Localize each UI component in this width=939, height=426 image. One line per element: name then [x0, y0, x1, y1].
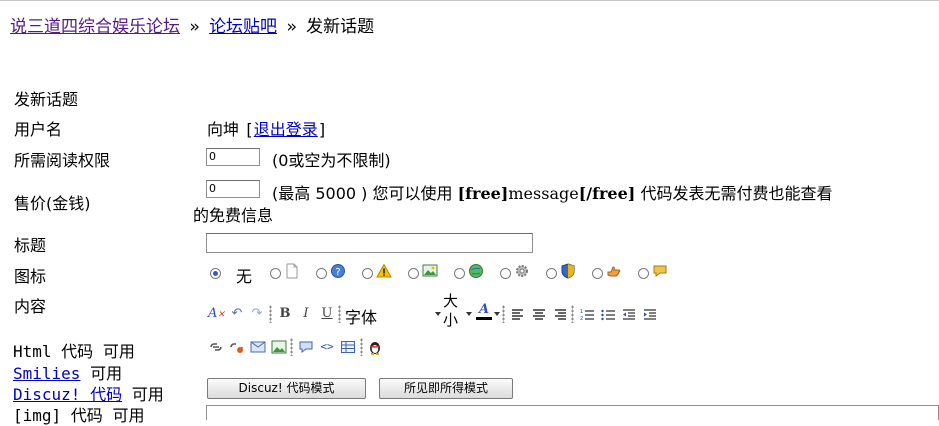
content-label: 内容 [14, 297, 47, 316]
gear-icon [516, 265, 528, 277]
breadcrumb-separator: » [189, 17, 200, 37]
align-center-icon[interactable] [531, 307, 547, 323]
read-permission-input[interactable]: 0 [206, 148, 260, 166]
discuz-code-mode-button[interactable]: Discuz! 代码模式 [207, 378, 366, 399]
bold-icon[interactable]: B [277, 306, 293, 322]
quote-icon[interactable] [298, 339, 314, 355]
toolbar-grip [290, 338, 293, 356]
toolbar-grip [571, 305, 574, 323]
unordered-list-icon[interactable] [600, 307, 616, 323]
html-rule-label: Html 代码 [13, 342, 94, 361]
icon-label: 图标 [14, 267, 47, 286]
read-permission-hint: (0或空为不限制) [272, 151, 391, 170]
table-icon[interactable] [340, 339, 356, 355]
qq-penguin-icon[interactable] [367, 339, 383, 355]
image-icon[interactable] [271, 339, 287, 355]
price-label: 售价(金钱) [14, 194, 91, 213]
html-rule-state: 可用 [102, 342, 135, 361]
title-label: 标题 [14, 236, 47, 255]
warning-icon [376, 263, 392, 278]
ordered-list-icon[interactable]: 12 [579, 307, 595, 323]
svg-text:1: 1 [580, 309, 583, 315]
free-tag-open: [free] [457, 184, 509, 203]
price-hint-line2: 的免费信息 [193, 206, 274, 225]
link-icon[interactable] [208, 339, 224, 355]
icon-radio-7[interactable] [546, 268, 557, 279]
read-permission-label: 所需阅读权限 [14, 151, 111, 170]
icon-radio-8[interactable] [592, 268, 603, 279]
username-label: 用户名 [14, 120, 63, 139]
toolbar-grip [502, 305, 505, 323]
font-dropdown-arrow-icon[interactable] [435, 312, 441, 316]
size-label-bottom: 小 [443, 311, 459, 329]
indent-icon[interactable] [642, 307, 658, 323]
free-tag-message: message [508, 184, 579, 203]
italic-icon[interactable]: I [298, 306, 314, 322]
price-hint-text: (最高 5000 ) 您可以使用 [272, 184, 453, 203]
icon-radio-none[interactable] [210, 268, 221, 279]
html-rule: Html 代码 可用 [13, 338, 135, 362]
icon-radio-6[interactable] [500, 268, 511, 279]
hand-point-icon [607, 266, 621, 277]
breadcrumb: 说三道四综合娱乐论坛 » 论坛贴吧 » 发新话题 [10, 12, 374, 37]
price-hint-line1: (最高 5000 ) 您可以使用 [free]message[/free] 代码… [272, 180, 832, 204]
outdent-icon[interactable] [621, 307, 637, 323]
logout-bracket-open: [ [244, 120, 254, 139]
title-input[interactable] [206, 233, 533, 253]
icon-radio-2[interactable] [316, 268, 327, 279]
size-label-top: 大 [443, 292, 459, 310]
email-icon[interactable] [250, 339, 266, 355]
question-icon: ? [331, 264, 345, 278]
color-dropdown-arrow-icon[interactable] [494, 312, 500, 316]
wysiwyg-mode-button[interactable]: 所见即所得模式 [379, 378, 513, 399]
top-divider [0, 0, 939, 1]
font-color-icon[interactable]: A [476, 303, 492, 320]
username-row: 向坤 [退出登录] [207, 116, 327, 140]
svg-text:?: ? [335, 267, 340, 278]
underline-icon[interactable]: U [319, 306, 335, 322]
undo-icon[interactable]: ↶ [229, 306, 245, 322]
username-value: 向坤 [207, 120, 240, 139]
logout-link[interactable]: 退出登录 [254, 120, 318, 139]
icon-none-label: 无 [236, 267, 253, 286]
remove-format-icon[interactable]: A✕ [208, 306, 225, 322]
align-left-icon[interactable] [510, 307, 526, 323]
toolbar-grip [360, 338, 363, 356]
breadcrumb-forum-posts[interactable]: 论坛贴吧 [209, 17, 277, 37]
size-dropdown-arrow-icon[interactable] [466, 312, 472, 316]
picture-icon [422, 264, 438, 277]
img-rule: [img] 代码 可用 [13, 402, 144, 426]
icon-radio-1[interactable] [270, 268, 281, 279]
toolbar-grip [269, 305, 272, 323]
price-hint-tail: 代码发表无需付费也能查看 [640, 184, 833, 203]
icon-radio-5[interactable] [454, 268, 465, 279]
img-rule-label: [img] 代码 [13, 406, 103, 425]
img-rule-state: 可用 [112, 406, 145, 425]
breadcrumb-current: 发新话题 [306, 17, 375, 37]
size-select[interactable]: 大 小 [443, 292, 458, 330]
message-textarea[interactable] [206, 405, 939, 420]
unlink-icon[interactable] [229, 339, 245, 355]
breadcrumb-forum-home[interactable]: 说三道四综合娱乐论坛 [10, 17, 180, 37]
code-icon[interactable]: <> [319, 339, 335, 355]
logout-bracket-close: ] [317, 120, 328, 139]
align-right-icon[interactable] [552, 307, 568, 323]
shield-icon [561, 263, 575, 279]
redo-icon[interactable]: ↷ [249, 306, 265, 322]
svg-text:2: 2 [580, 316, 583, 322]
form-heading: 发新话题 [14, 90, 79, 109]
font-select[interactable]: 字体 [345, 304, 377, 328]
page-icon [286, 263, 298, 279]
toolbar-grip [338, 305, 341, 323]
speech-bubble-icon [653, 265, 667, 277]
breadcrumb-separator: » [286, 17, 297, 37]
icon-radio-3[interactable] [362, 268, 373, 279]
icon-radio-4[interactable] [408, 268, 419, 279]
price-input[interactable]: 0 [206, 180, 260, 198]
globe-icon [469, 264, 483, 278]
icon-radio-9[interactable] [638, 268, 649, 279]
free-tag-close: [/free] [578, 184, 636, 203]
